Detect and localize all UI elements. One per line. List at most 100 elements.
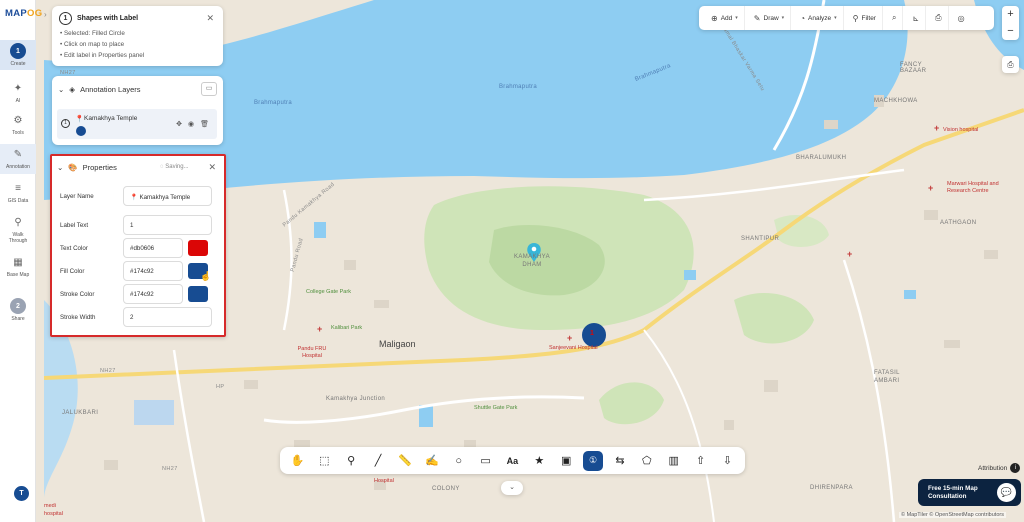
cursor-hand-icon: ☝ [200, 271, 212, 281]
ruler-icon[interactable]: 📏 [395, 451, 415, 471]
consultation-banner[interactable]: Free 15-min Map Consultation 💬 [918, 479, 1021, 506]
map-label-fancy-bazaar: FANCY BAZAAR [900, 62, 927, 74]
layer-row[interactable]: 1 📍 Kamakhya Temple ✥ ◉ 🗑 [57, 109, 217, 139]
chevron-down-icon[interactable]: ⌄ [58, 85, 64, 94]
layer-name: Kamakhya Temple [84, 115, 138, 122]
rail-walk-through[interactable]: ⚲ Walk Through [0, 214, 36, 245]
trash-icon[interactable]: 🗑 [200, 120, 209, 128]
properties-header[interactable]: ⌄ 🎨 Properties [57, 163, 117, 172]
chevron-down-icon[interactable]: ⌄ [501, 481, 523, 495]
zoom-out-button[interactable]: − [1002, 23, 1019, 40]
chat-icon[interactable]: 💬 [997, 483, 1016, 502]
map-label-machkhowa: MACHKHOWA [874, 98, 918, 104]
search-icon: ⌕ [891, 13, 897, 22]
walk-through-icon: ⚲ [14, 216, 22, 228]
freehand-icon[interactable]: ✍ [422, 451, 442, 471]
rectangle-icon[interactable]: ▭ [476, 451, 496, 471]
star-icon[interactable]: ★ [529, 451, 549, 471]
map-print-button[interactable]: ⎙ [1002, 56, 1019, 73]
properties-panel: ⌄ 🎨 Properties ◌ Saving... ✕ Layer Name … [50, 154, 226, 337]
line-icon[interactable]: ╱ [368, 451, 388, 471]
stroke-color-swatch[interactable] [188, 286, 208, 302]
rail-ai[interactable]: ✦ AI [0, 80, 36, 105]
rail-annotation[interactable]: ✎ Annotation [0, 144, 36, 174]
stroke-width-input[interactable]: 2 [123, 307, 212, 327]
water-pond-3 [134, 400, 174, 425]
print-icon: ⎙ [1007, 60, 1014, 69]
fill-color-input[interactable]: #174c92 [123, 261, 183, 281]
palette-icon: 🎨 [68, 163, 78, 172]
stroke-width-row: Stroke Width 2 [60, 307, 220, 327]
analyze-button[interactable]: ◔ Analyze ▾ [794, 6, 844, 30]
top-toolbar: ⊕ Add ▾ ✎ Draw ▾ ◔ Analyze ▾ ⚲ Filter ⌕ ⊾ ⎙ ◎ [699, 6, 994, 30]
folder-icon[interactable]: ▭ [201, 82, 217, 96]
map-label-fatasil-ambari: FATASIL AMBARI [874, 370, 900, 384]
analyze-icon: ◔ [800, 13, 806, 23]
zoom-in-button[interactable]: + [1002, 6, 1019, 23]
text-color-input[interactable]: #db0606 [123, 238, 183, 258]
text-color-swatch[interactable] [188, 240, 208, 256]
map-label-nh27-2: NH27 [100, 368, 116, 374]
move-icon[interactable]: ✥ [176, 120, 182, 128]
attribution-button[interactable]: Attribution i [978, 463, 1021, 473]
annotation-icon: ✎ [13, 148, 23, 160]
upload-icon[interactable]: ⇧ [691, 451, 711, 471]
ai-icon: ✦ [13, 82, 23, 94]
close-icon[interactable]: ✕ [208, 162, 216, 173]
map-label-kamakhya-junction: Kamakhya Junction [326, 396, 386, 402]
download-icon[interactable]: ⇩ [717, 451, 737, 471]
map-label-maligaon: Maligaon [379, 339, 416, 349]
caret-icon: ▾ [834, 15, 837, 21]
collapse-chevron-icon[interactable]: › [44, 10, 47, 19]
image-icon[interactable]: ▣ [556, 451, 576, 471]
pin-icon[interactable]: ⚲ [341, 451, 361, 471]
layer-name-input[interactable]: 📍 Kamakhya Temple [123, 186, 212, 206]
filter-icon: ⚲ [852, 13, 859, 23]
circle-icon[interactable]: ○ [449, 451, 469, 471]
chevron-down-icon[interactable]: ⌄ [57, 163, 63, 172]
hospital-icon: + [567, 333, 573, 343]
route-icon[interactable]: ⇆ [610, 451, 630, 471]
layers-header[interactable]: ⌄ ◈ Annotation Layers [58, 85, 141, 94]
rail-create[interactable]: 1 Create [0, 40, 36, 70]
hand-icon[interactable]: ✋ [287, 451, 307, 471]
text-icon[interactable]: Aa [502, 451, 522, 471]
stroke-color-row: Stroke Color #174c92 [60, 284, 220, 304]
hospital-icon: + [928, 183, 934, 193]
map-label-medi-hospital: hospital [44, 511, 63, 517]
polygon-icon[interactable]: ⬠ [637, 451, 657, 471]
map-label-shuttle-gate-park: Shuttle Gate Park [474, 405, 518, 411]
select-icon[interactable]: ⬚ [314, 451, 334, 471]
water-pond-1 [314, 222, 326, 238]
stroke-color-input[interactable]: #174c92 [123, 284, 183, 304]
map-label-sanjeevani-hospital: Sanjeevani Hospital [549, 345, 598, 351]
info-icon: i [1010, 463, 1021, 473]
print-button[interactable]: ⎙ [929, 6, 949, 30]
add-button[interactable]: ⊕ Add ▾ [705, 6, 745, 30]
filter-button[interactable]: ⚲ Filter [847, 6, 883, 30]
base-map-icon: ▦ [13, 256, 23, 268]
measure-button[interactable]: ⊾ [906, 6, 927, 30]
map-label-kalibari-park: Kalibari Park [331, 325, 363, 331]
visibility-icon[interactable]: ◉ [188, 120, 194, 128]
rail-base-map[interactable]: ▦ Base Map [0, 254, 36, 279]
rail-share[interactable]: 2 Share [0, 298, 36, 322]
map-label-jalukbari: JALUKBARI [62, 410, 99, 416]
step-1-icon: 1 [10, 43, 26, 59]
rail-tools[interactable]: ⚙ Tools [0, 112, 36, 137]
draw-button[interactable]: ✎ Draw ▾ [748, 6, 792, 30]
hospital-icon: + [847, 249, 853, 259]
avatar[interactable]: T [14, 486, 29, 501]
map-copyright: © MapTiler © OpenStreetMap contributors [899, 512, 1006, 518]
hospital-icon: + [934, 123, 940, 133]
label-text-input[interactable]: 1 [123, 215, 212, 235]
pin-icon: 📍 [75, 116, 84, 123]
rail-gis-data[interactable]: ≡ GIS Data [0, 180, 36, 205]
map-label-brahmaputra-1: Brahmaputra [254, 100, 292, 106]
building-icon[interactable]: ▥ [664, 451, 684, 471]
locate-button[interactable]: ◎ [952, 6, 971, 30]
shape-label-icon[interactable]: ① [583, 450, 604, 471]
search-button[interactable]: ⌕ [886, 6, 904, 30]
spinner-icon: ◌ [160, 164, 164, 170]
close-icon[interactable]: ✕ [206, 13, 214, 24]
